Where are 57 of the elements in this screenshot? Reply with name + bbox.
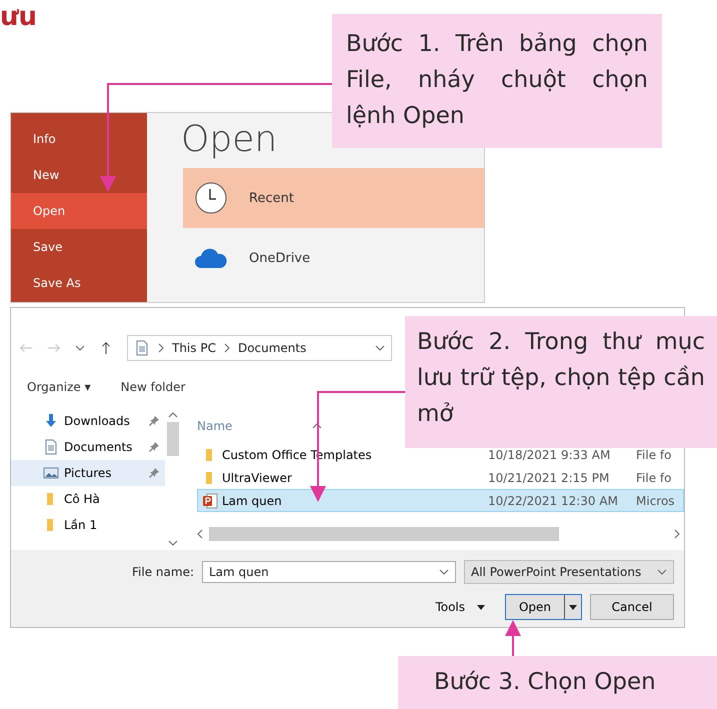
- dropdown-triangle-icon: [569, 604, 577, 610]
- recent-locations-icon[interactable]: [75, 345, 85, 351]
- nav-item[interactable]: Cô Hà: [11, 486, 165, 512]
- open-button[interactable]: Open: [505, 594, 582, 620]
- location-item[interactable]: Recent: [183, 168, 484, 228]
- step-callout-tooltip: Bước 2. Trong thư mục lưu trữ tệp, chọn tệp cần mở: [405, 316, 717, 448]
- breadcrumb[interactable]: This PC: [172, 341, 216, 355]
- field-label: File name:: [132, 565, 194, 579]
- chevron-down-icon: [375, 345, 385, 351]
- sort-caret-icon: [312, 422, 322, 428]
- document-icon: [134, 340, 150, 356]
- new-folder-button[interactable]: New folder: [120, 380, 186, 394]
- step-callout-tooltip: Bước 3. Chọn Open: [398, 656, 717, 709]
- pin-icon: [149, 468, 159, 478]
- file-row[interactable]: Lam quen 10/22/2021 12:30 AM Micros: [197, 489, 684, 512]
- breadcrumb-separator-icon: [224, 343, 230, 353]
- nav-item[interactable]: Documents: [11, 434, 165, 460]
- cloud-icon: [195, 248, 227, 268]
- address-bar[interactable]: This PC Documents: [127, 335, 392, 361]
- scroll-left-icon[interactable]: [197, 529, 203, 539]
- file-type-dropdown[interactable]: All PowerPoint Presentations: [464, 560, 674, 584]
- cancel-button[interactable]: Cancel: [590, 594, 674, 620]
- download-arrow-icon: [43, 413, 59, 429]
- file-row[interactable]: UltraViewer 10/21/2021 2:15 PM File fo: [197, 466, 684, 489]
- scroll-up-icon[interactable]: [168, 412, 178, 418]
- nav-item[interactable]: Pictures: [11, 460, 165, 486]
- menu-item[interactable]: New: [11, 157, 147, 193]
- chevron-down-icon: [657, 569, 667, 575]
- menu-item[interactable]: Info: [11, 121, 147, 157]
- step-callout-tooltip: Bước 1. Trên bảng chọn File, nháy chuột chọn lệnh Open: [332, 14, 662, 148]
- nav-item[interactable]: Downloads: [11, 408, 165, 434]
- pane-title: Open: [181, 119, 278, 160]
- clock-icon: [195, 182, 227, 214]
- dropdown-triangle-icon: [477, 604, 485, 610]
- breadcrumb-separator-icon: [158, 343, 164, 353]
- chevron-down-icon: [439, 569, 449, 575]
- document-icon: [43, 439, 59, 455]
- pin-icon: [149, 442, 159, 452]
- presentation-file-icon: [202, 492, 218, 508]
- scroll-right-icon[interactable]: [674, 529, 680, 539]
- scroll-down-icon[interactable]: [168, 540, 178, 546]
- location-item[interactable]: OneDrive: [183, 228, 484, 288]
- pin-icon: [149, 416, 159, 426]
- leader-line: [505, 620, 521, 656]
- tools-menu[interactable]: Tools: [429, 599, 491, 615]
- menu-item[interactable]: Open: [11, 193, 147, 229]
- nav-item[interactable]: Lần 1: [11, 512, 165, 538]
- organize-button[interactable]: Organize ▾: [27, 380, 91, 394]
- breadcrumb[interactable]: Documents: [238, 341, 306, 355]
- heading-text: ưu: [0, 2, 38, 32]
- column-header[interactable]: Name: [197, 418, 232, 432]
- scrollbar-thumb[interactable]: [167, 422, 179, 456]
- menu-item[interactable]: Save: [11, 229, 147, 265]
- file-name-field[interactable]: Lam quen: [202, 561, 456, 583]
- menu-item[interactable]: Save As: [11, 265, 147, 301]
- scrollbar-thumb[interactable]: [209, 527, 559, 541]
- picture-icon: [43, 465, 59, 481]
